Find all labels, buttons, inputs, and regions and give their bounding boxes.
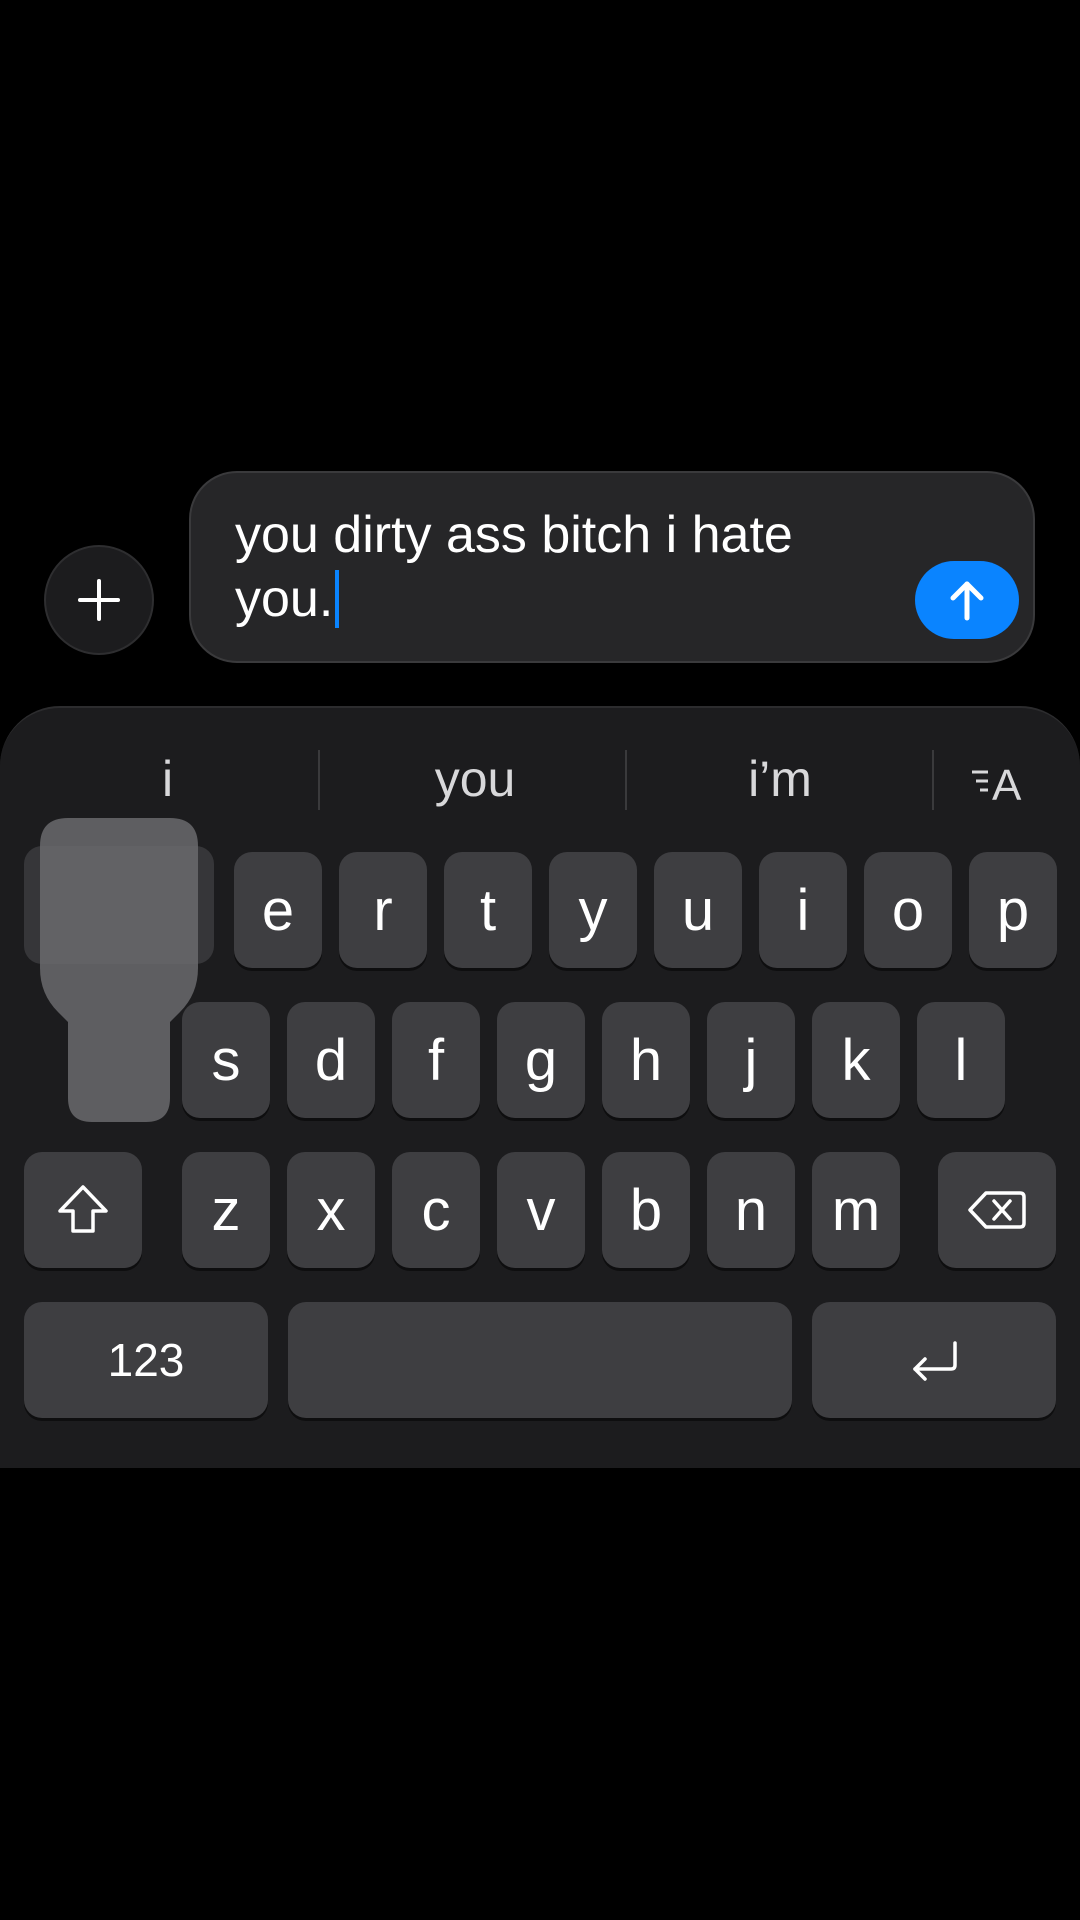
key-x[interactable]: x (287, 1152, 375, 1268)
suggestion-divider (932, 750, 934, 810)
key-p[interactable]: p (969, 852, 1057, 968)
return-key[interactable] (812, 1302, 1056, 1418)
suggestion-3[interactable]: i’m (640, 744, 920, 814)
key-u[interactable]: u (654, 852, 742, 968)
key-l[interactable]: l (917, 1002, 1005, 1118)
key-e[interactable]: e (234, 852, 322, 968)
svg-text:A: A (992, 761, 1022, 810)
shift-key[interactable] (24, 1152, 142, 1268)
key-s[interactable]: s (182, 1002, 270, 1118)
send-button[interactable] (915, 561, 1019, 639)
space-key[interactable] (288, 1302, 792, 1418)
suggestion-1[interactable]: i (40, 744, 295, 814)
key-k[interactable]: k (812, 1002, 900, 1118)
key-i[interactable]: i (759, 852, 847, 968)
return-icon (913, 1341, 957, 1381)
key-t[interactable]: t (444, 852, 532, 968)
key-f[interactable]: f (392, 1002, 480, 1118)
suggestion-divider (625, 750, 627, 810)
key-g[interactable]: g (497, 1002, 585, 1118)
message-input[interactable]: you dirty ass bitch i hate you. (189, 471, 1035, 663)
key-j[interactable]: j (707, 1002, 795, 1118)
text-format-icon[interactable]: A (968, 748, 1032, 812)
key-v[interactable]: v (497, 1152, 585, 1268)
key-z[interactable]: z (182, 1152, 270, 1268)
suggestion-divider (318, 750, 320, 810)
numbers-key-label: 123 (107, 1334, 185, 1386)
key-n[interactable]: n (707, 1152, 795, 1268)
key-c[interactable]: c (392, 1152, 480, 1268)
key-d[interactable]: d (287, 1002, 375, 1118)
key-y[interactable]: y (549, 852, 637, 968)
add-attachment-button[interactable] (44, 545, 154, 655)
key-m[interactable]: m (812, 1152, 900, 1268)
delete-key[interactable] (938, 1152, 1056, 1268)
message-text: you dirty ass bitch i hate you. (235, 506, 793, 628)
key-r[interactable]: r (339, 852, 427, 968)
key-b[interactable]: b (602, 1152, 690, 1268)
arrow-up-icon (950, 581, 984, 621)
suggestion-bar: i you i’m A (0, 744, 1080, 814)
shift-icon (58, 1185, 108, 1233)
key-h[interactable]: h (602, 1002, 690, 1118)
key-o[interactable]: o (864, 852, 952, 968)
numbers-key[interactable]: 123 (24, 1302, 268, 1418)
plus-icon (78, 579, 120, 621)
suggestion-2[interactable]: you (330, 744, 620, 814)
text-caret (335, 570, 340, 628)
delete-icon (968, 1191, 1026, 1229)
